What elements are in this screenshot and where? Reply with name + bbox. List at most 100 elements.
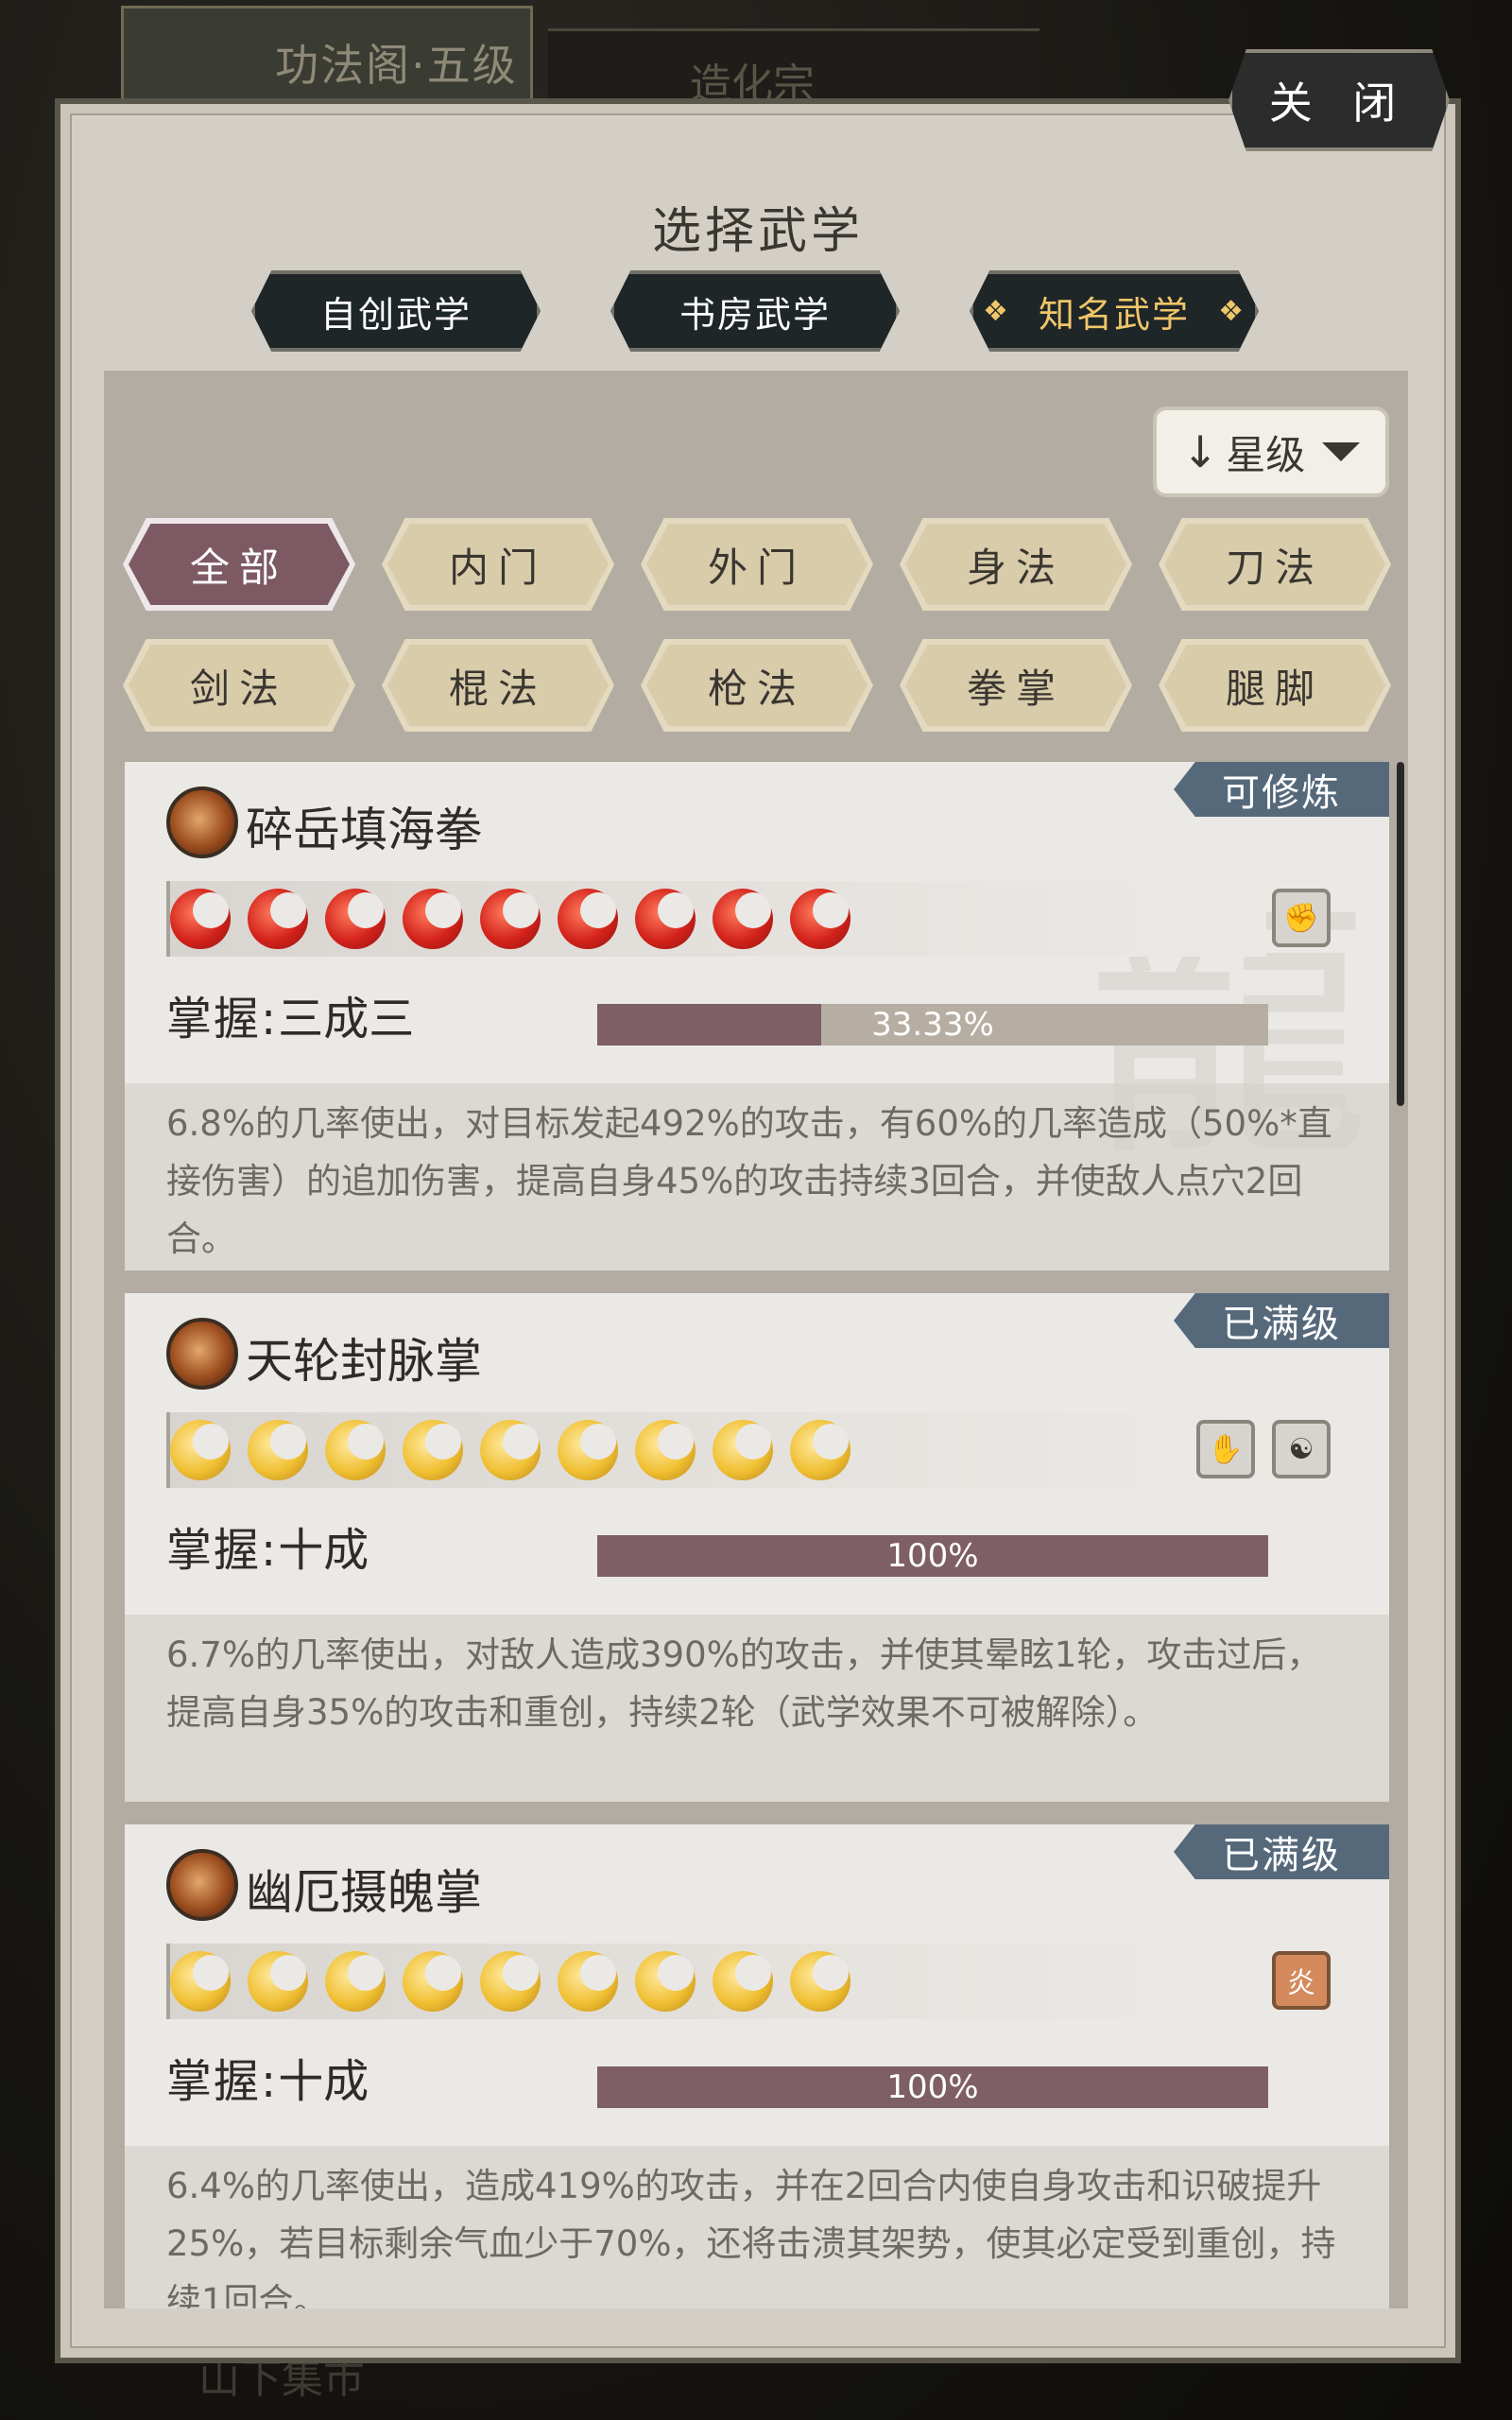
crescent-star-icon (790, 1420, 850, 1480)
close-button-label: 关 闭 (1268, 78, 1410, 129)
status-badge-label: 已满级 (1222, 1834, 1341, 1877)
mastery-value: 三成三 (278, 993, 415, 1046)
fire-scroll-icon: 炎 (1272, 1951, 1331, 2010)
filter-label: 剑法 (189, 665, 288, 712)
tab-label: 自创武学 (319, 293, 472, 336)
filter-inner-gate[interactable]: 内门 (382, 518, 614, 611)
skill-description: 6.7%的几率使出，对敌人造成390%的攻击，并使其晕眩1轮，攻击过后，提高自身… (166, 1634, 1322, 1733)
crescent-star-icon (790, 889, 850, 949)
mastery-progress-bar: 100% (597, 1535, 1268, 1577)
close-button[interactable]: 关 闭 (1228, 49, 1450, 151)
mastery-progress-bar: 100% (597, 2066, 1268, 2108)
crescent-star-icon (480, 1951, 541, 2012)
tab-self-created[interactable]: 自创武学 (251, 270, 541, 352)
ornament-icon: ❖ (1218, 295, 1246, 328)
tab-famous[interactable]: ❖ 知名武学 ❖ (970, 270, 1259, 352)
filter-label: 刀法 (1225, 544, 1324, 591)
skill-tag-icons: 炎 (1272, 1951, 1331, 2010)
list-scrollbar[interactable] (1397, 762, 1404, 1106)
crescent-star-icon (713, 1420, 773, 1480)
mastery-value: 十成 (278, 2055, 369, 2108)
crescent-star-icon (790, 1951, 850, 2012)
crescent-star-icon (403, 1951, 463, 2012)
mastery-label: 掌握: (166, 2055, 279, 2108)
crescent-star-icon (558, 1951, 618, 2012)
background-tab-label: 功法阁·五级 (275, 40, 518, 91)
progress-text: 100% (886, 1537, 979, 1575)
sort-dropdown[interactable]: ↓ 星级 (1153, 406, 1389, 497)
crescent-star-icon (480, 889, 541, 949)
sort-label: 星级 (1226, 431, 1306, 478)
filter-leg[interactable]: 腿脚 (1159, 639, 1391, 732)
crescent-star-icon (403, 889, 463, 949)
crescent-star-icon (635, 1951, 696, 2012)
filter-fist-palm[interactable]: 拳掌 (900, 639, 1132, 732)
mastery-text: 掌握:三成三 (166, 981, 414, 1047)
crescent-star-icon (325, 1951, 386, 2012)
meditation-icon: ☯ (1272, 1420, 1331, 1478)
mastery-label: 掌握: (166, 1524, 279, 1577)
filter-spear[interactable]: 枪法 (641, 639, 873, 732)
status-badge-label: 可修炼 (1222, 771, 1341, 815)
star-rating (170, 1951, 850, 2012)
filter-label: 外门 (707, 544, 806, 591)
crescent-star-icon (635, 889, 696, 949)
status-badge-label: 已满级 (1222, 1303, 1341, 1346)
crescent-star-icon (170, 1420, 231, 1480)
crescent-star-icon (713, 1951, 773, 2012)
filter-outer-gate[interactable]: 外门 (641, 518, 873, 611)
skill-card[interactable]: 已满级 天轮封脉掌 ✋ ☯ 掌握:十成 100% 6.7%的几率使出，对敌人造成3… (125, 1293, 1389, 1802)
skill-tag-icons: ✊ (1272, 889, 1331, 947)
mastery-value: 十成 (278, 1524, 369, 1577)
filter-label: 全部 (189, 544, 288, 591)
star-rating (170, 1420, 850, 1480)
filter-label: 拳掌 (966, 665, 1065, 712)
status-badge: 已满级 (1174, 1824, 1389, 1879)
filter-label: 腿脚 (1225, 665, 1324, 712)
skill-card[interactable]: 已满级 幽厄摄魄掌 炎 掌握:十成 100% 6.4%的几率使出，造成419%的… (125, 1824, 1389, 2308)
crescent-star-icon (558, 1420, 618, 1480)
crescent-star-icon (170, 889, 231, 949)
filter-label: 棍法 (448, 665, 547, 712)
skill-name: 幽厄摄魄掌 (246, 1865, 482, 1920)
filter-staff[interactable]: 棍法 (382, 639, 614, 732)
crescent-star-icon (325, 889, 386, 949)
crescent-star-icon (170, 1951, 231, 2012)
fist-icon: ✊ (1272, 889, 1331, 947)
dropdown-triangle-icon (1322, 442, 1361, 461)
sort-down-arrow-icon: ↓ (1181, 426, 1219, 477)
skill-description: 6.4%的几率使出，造成419%的攻击，并在2回合内使自身攻击和识破提升25%，… (166, 2166, 1336, 2308)
filter-blade[interactable]: 刀法 (1159, 518, 1391, 611)
crescent-star-icon (248, 1420, 308, 1480)
fist-emblem-icon (166, 1318, 238, 1390)
crescent-star-icon (248, 889, 308, 949)
mastery-text: 掌握:十成 (166, 1512, 369, 1579)
palm-strike-icon: ✋ (1196, 1420, 1255, 1478)
crescent-star-icon (248, 1951, 308, 2012)
mastery-text: 掌握:十成 (166, 2044, 369, 2110)
crescent-star-icon (713, 889, 773, 949)
crescent-star-icon (480, 1420, 541, 1480)
filter-label: 枪法 (707, 665, 806, 712)
skill-tag-icons: ✋ ☯ (1196, 1420, 1331, 1478)
skill-card[interactable]: 龍 可修炼 碎岳填海拳 ✊ 掌握:三成三 33.33% 6.8%的几率使出，对目… (125, 762, 1389, 1270)
skill-name: 天轮封脉掌 (246, 1334, 482, 1389)
status-badge: 已满级 (1174, 1293, 1389, 1348)
tab-study-room[interactable]: 书房武学 (610, 270, 900, 352)
filter-label: 内门 (448, 544, 547, 591)
filter-sword[interactable]: 剑法 (123, 639, 355, 732)
crescent-star-icon (403, 1420, 463, 1480)
fist-emblem-icon (166, 786, 238, 858)
crescent-star-icon (325, 1420, 386, 1480)
filter-label: 身法 (966, 544, 1065, 591)
tab-label: 知名武学 (1038, 293, 1190, 336)
ornament-icon: ❖ (983, 295, 1010, 328)
skill-description: 6.8%的几率使出，对目标发起492%的攻击，有60%的几率造成（50%*直接伤… (166, 1103, 1332, 1259)
status-badge: 可修炼 (1174, 762, 1389, 817)
filter-movement[interactable]: 身法 (900, 518, 1132, 611)
crescent-star-icon (558, 889, 618, 949)
filter-all[interactable]: 全部 (123, 518, 355, 611)
background-tab-gongfa: 功法阁·五级 (121, 6, 533, 108)
dialog-title: 选择武学 (651, 203, 864, 260)
tab-label: 书房武学 (679, 293, 831, 336)
